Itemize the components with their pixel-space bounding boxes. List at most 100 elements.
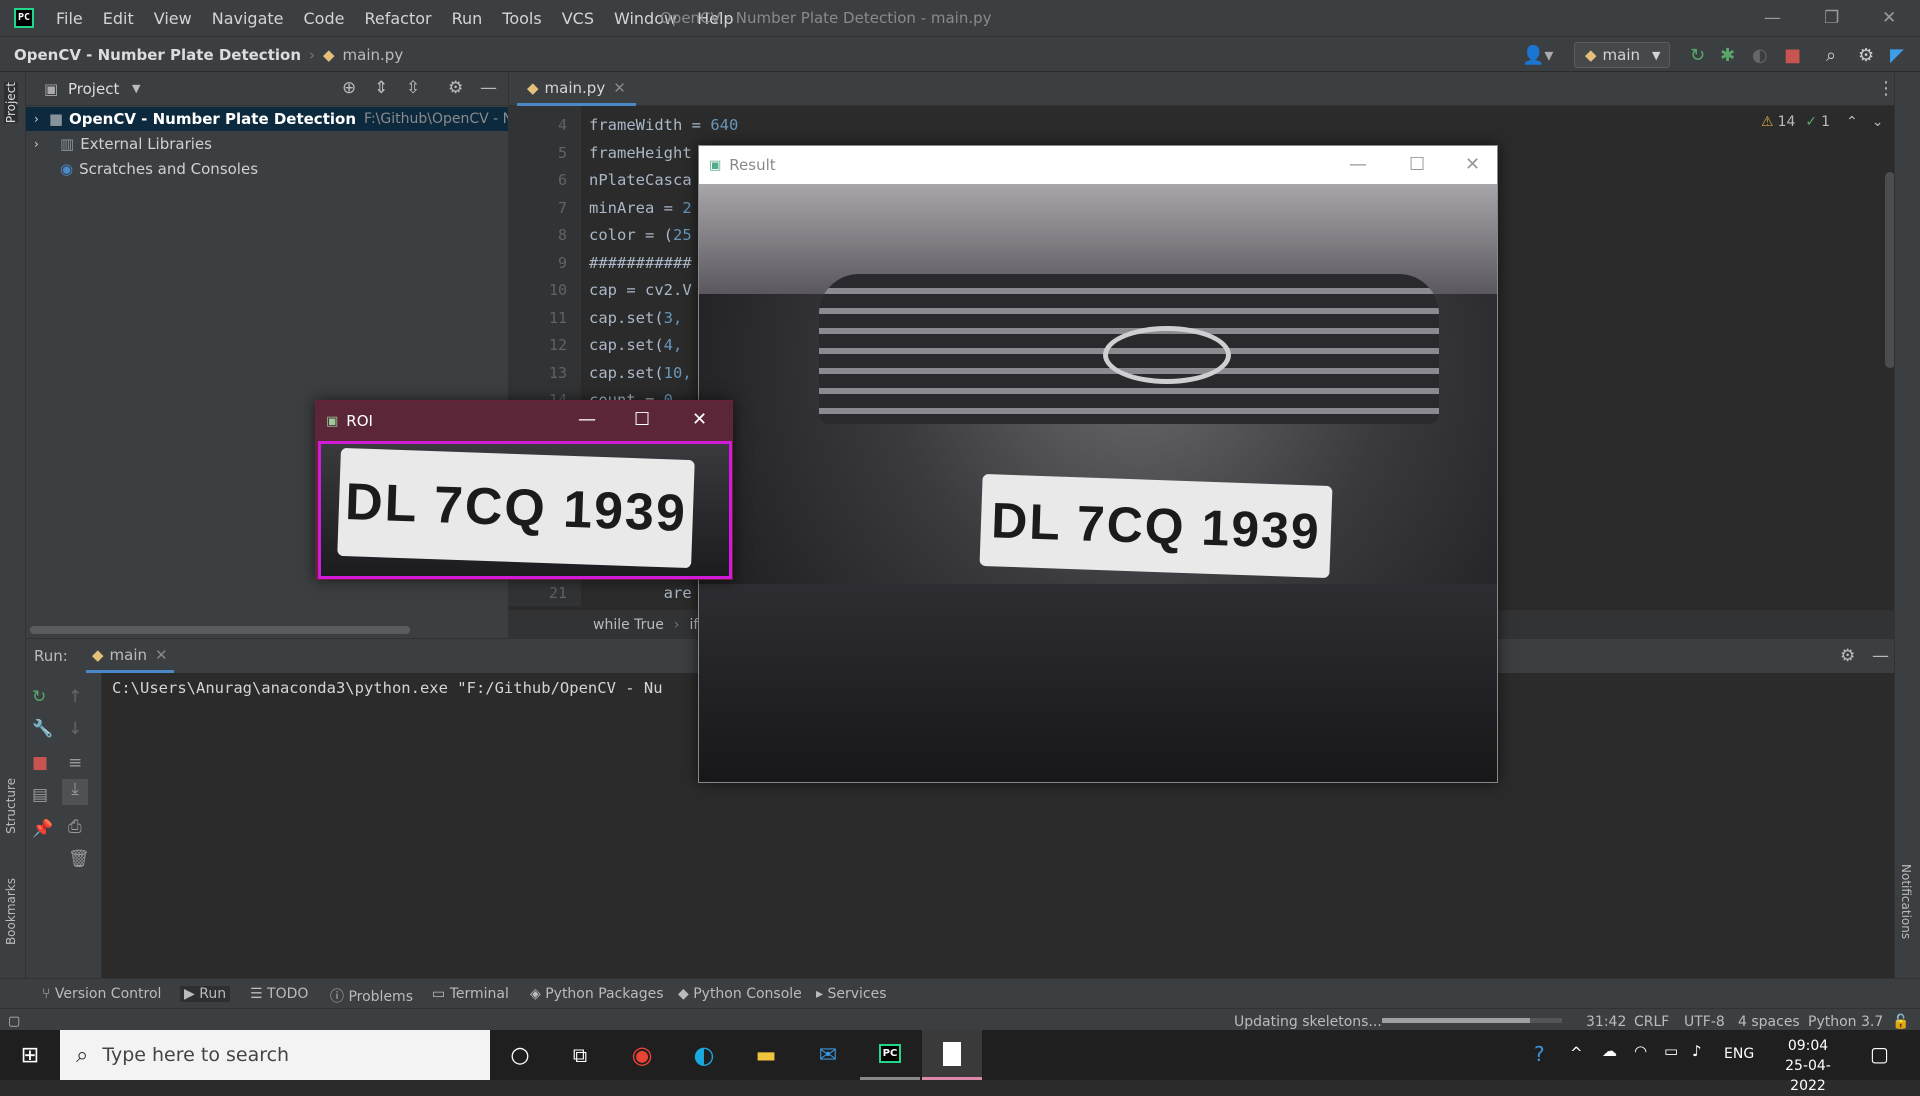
horizontal-scrollbar[interactable] xyxy=(30,626,410,634)
tool-todo[interactable]: ☰ TODO xyxy=(250,986,308,1002)
tool-services[interactable]: ▸ Services xyxy=(816,986,887,1002)
code-line[interactable]: cap = cv2.V xyxy=(589,281,692,299)
bookmarks-tool-button[interactable]: Bookmarks xyxy=(4,878,18,945)
action-center-icon[interactable]: ▢ xyxy=(1870,1042,1889,1066)
code-line[interactable]: ########### xyxy=(589,254,692,272)
close-icon[interactable]: ✕ xyxy=(1882,8,1896,28)
layout-icon[interactable]: ▤ xyxy=(32,785,48,805)
python-interpreter[interactable]: Python 3.7 xyxy=(1808,1014,1883,1030)
tool-version-control[interactable]: ⑂ Version Control xyxy=(42,986,161,1002)
gear-icon[interactable]: ⚙ xyxy=(448,78,463,98)
toggle-tool-windows-icon[interactable]: ▢ xyxy=(8,1014,20,1029)
stop-icon[interactable]: ■ xyxy=(1784,45,1801,66)
arrow-down-icon[interactable]: ↓ xyxy=(68,719,82,739)
menu-tools[interactable]: Tools xyxy=(502,9,541,28)
structure-tool-button[interactable]: Structure xyxy=(4,778,18,834)
chevron-right-icon[interactable]: › xyxy=(34,112,39,126)
caret-position[interactable]: 31:42 xyxy=(1586,1014,1626,1030)
pycharm-taskbar-icon[interactable]: PC xyxy=(860,1030,920,1080)
tool-python-console[interactable]: ◆ Python Console xyxy=(678,986,802,1002)
roi-title-bar[interactable]: ▣ ROI — ☐ ✕ xyxy=(316,401,732,441)
code-line[interactable]: cap.set(10, xyxy=(589,364,692,382)
tree-item-external-libraries[interactable]: › ▥ External Libraries xyxy=(26,132,212,156)
file-encoding[interactable]: UTF-8 xyxy=(1684,1014,1725,1030)
wifi-icon[interactable]: ◠ xyxy=(1634,1042,1647,1060)
gear-icon[interactable]: ⚙ xyxy=(1858,45,1874,66)
code-line[interactable]: color = (25 xyxy=(589,226,692,244)
taskbar-search[interactable]: ⌕ Type here to search xyxy=(60,1030,490,1080)
close-tab-icon[interactable]: ✕ xyxy=(155,646,168,664)
battery-icon[interactable]: ▭ xyxy=(1664,1042,1678,1060)
menu-code[interactable]: Code xyxy=(304,9,345,28)
code-line[interactable]: cap.set(4, xyxy=(589,336,682,354)
language-indicator[interactable]: ENG xyxy=(1724,1046,1754,1062)
menu-vcs[interactable]: VCS xyxy=(562,9,594,28)
help-icon[interactable]: ? xyxy=(1534,1042,1545,1066)
code-line[interactable]: minArea = 2 xyxy=(589,199,692,217)
clock[interactable]: 09:04 25-04-2022 xyxy=(1768,1036,1848,1096)
indent-setting[interactable]: 4 spaces xyxy=(1738,1014,1800,1030)
hide-icon[interactable]: — xyxy=(480,78,497,98)
trash-icon[interactable]: 🗑 xyxy=(68,849,90,869)
file-explorer-icon[interactable]: ▬ xyxy=(736,1030,796,1080)
run-config-select[interactable]: ◆ main ▼ xyxy=(1574,42,1670,68)
background-task-label[interactable]: Updating skeletons... xyxy=(1234,1014,1382,1030)
project-view-label[interactable]: Project xyxy=(68,80,119,98)
chevron-up-icon[interactable]: ^ xyxy=(1570,1044,1583,1062)
windows-start-icon[interactable]: ⊞ xyxy=(0,1030,60,1080)
debug-icon[interactable]: ✱ xyxy=(1720,45,1735,66)
expand-all-icon[interactable]: ⇕ xyxy=(374,78,388,98)
volume-icon[interactable]: ♪ xyxy=(1692,1042,1702,1060)
roi-window[interactable]: ▣ ROI — ☐ ✕ DL 7CQ 1939 xyxy=(315,400,733,580)
line-separator[interactable]: CRLF xyxy=(1634,1014,1669,1030)
pin-icon[interactable]: 📌 xyxy=(32,819,53,839)
notifications-tool-button[interactable]: Notifications xyxy=(1899,864,1913,939)
onedrive-icon[interactable]: ☁ xyxy=(1602,1042,1617,1060)
inspection-widget[interactable]: ⚠ 14 ✓ 1 ⌃ ⌄ xyxy=(1761,114,1884,130)
hide-icon[interactable]: — xyxy=(1872,646,1889,666)
tool-problems[interactable]: ⓘ Problems xyxy=(330,986,413,1006)
search-icon[interactable]: ⌕ xyxy=(1826,45,1836,66)
wrench-icon[interactable]: 🔧 xyxy=(32,719,53,739)
menu-run[interactable]: Run xyxy=(452,9,483,28)
menu-edit[interactable]: Edit xyxy=(103,9,134,28)
jetbrains-toolbox-icon[interactable]: ◤ xyxy=(1890,45,1904,66)
user-icon[interactable]: 👤▾ xyxy=(1522,45,1553,66)
more-icon[interactable]: ⋮ xyxy=(1877,78,1895,99)
console-output[interactable]: C:\Users\Anurag\anaconda3\python.exe "F:… xyxy=(112,679,663,697)
edge-icon[interactable]: ◐ xyxy=(674,1030,734,1080)
chrome-icon[interactable]: ◉ xyxy=(612,1030,672,1080)
locate-icon[interactable]: ⊕ xyxy=(342,78,356,98)
minimize-icon[interactable]: — xyxy=(1349,154,1367,175)
cortana-icon[interactable]: ○ xyxy=(490,1030,550,1080)
stop-icon[interactable]: ■ xyxy=(32,753,48,773)
project-tool-button[interactable]: Project xyxy=(4,82,18,124)
result-window[interactable]: ▣ Result — ☐ ✕ DL 7CQ 1939 xyxy=(698,145,1498,783)
tool-python-packages[interactable]: ◈ Python Packages xyxy=(530,986,664,1002)
rerun-icon[interactable]: ↻ xyxy=(32,687,46,707)
close-tab-icon[interactable]: ✕ xyxy=(613,79,626,97)
lock-icon[interactable]: 🔓 xyxy=(1892,1014,1909,1030)
close-icon[interactable]: ✕ xyxy=(692,409,707,430)
restore-icon[interactable]: ❐ xyxy=(1824,8,1839,28)
chevron-down-icon[interactable]: ▼ xyxy=(132,82,140,95)
tree-item-project-root[interactable]: › ■ OpenCV - Number Plate Detection F:\G… xyxy=(26,107,553,131)
mail-icon[interactable]: ✉ xyxy=(798,1030,858,1080)
breadcrumb-project[interactable]: OpenCV - Number Plate Detection xyxy=(14,46,301,64)
scroll-to-end-icon[interactable]: ⤓ xyxy=(62,779,88,805)
breadcrumb-while[interactable]: while True xyxy=(593,617,664,633)
code-line[interactable]: nPlateCasca xyxy=(589,171,692,189)
minimize-icon[interactable]: — xyxy=(578,409,596,430)
code-line[interactable]: cap.set(3, xyxy=(589,309,682,327)
tool-terminal[interactable]: ▭ Terminal xyxy=(432,986,509,1002)
code-line[interactable]: are xyxy=(589,584,692,602)
coverage-icon[interactable]: ◐ xyxy=(1752,45,1768,66)
maximize-icon[interactable]: ☐ xyxy=(634,409,650,430)
collapse-all-icon[interactable]: ⇳ xyxy=(406,78,420,98)
breadcrumb-file[interactable]: main.py xyxy=(343,46,404,64)
minimize-icon[interactable]: — xyxy=(1764,8,1781,28)
gear-icon[interactable]: ⚙ xyxy=(1840,646,1855,666)
menu-refactor[interactable]: Refactor xyxy=(364,9,431,28)
arrow-up-icon[interactable]: ↑ xyxy=(68,687,82,707)
run-tab-main[interactable]: ◆ main ✕ xyxy=(86,639,174,673)
